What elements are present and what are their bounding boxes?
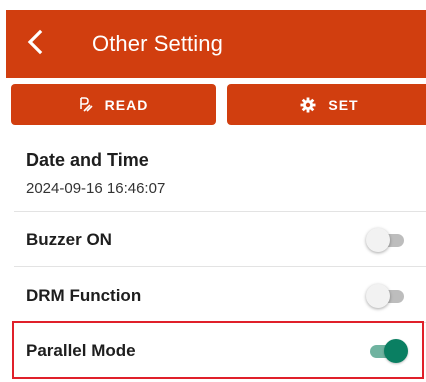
- app-bar: Other Setting: [6, 10, 426, 78]
- toggle-thumb: [384, 339, 408, 363]
- parallel-mode-toggle[interactable]: [366, 339, 408, 363]
- back-button[interactable]: [6, 10, 64, 78]
- set-button[interactable]: SET: [227, 84, 426, 125]
- date-time-value: 2024-09-16 16:46:07: [26, 180, 166, 197]
- read-icon: [79, 96, 93, 113]
- chevron-left-icon: [26, 29, 44, 60]
- read-button-label: READ: [104, 96, 149, 113]
- setting-row-buzzer: Buzzer ON: [14, 212, 426, 267]
- parallel-mode-label: Parallel Mode: [26, 341, 136, 360]
- set-button-label: SET: [328, 96, 359, 113]
- buzzer-toggle[interactable]: [366, 228, 406, 252]
- setting-row-drm: DRM Function: [14, 268, 426, 323]
- date-time-row[interactable]: Date and Time 2024-09-16 16:46:07: [14, 132, 426, 212]
- read-button[interactable]: READ: [11, 84, 216, 125]
- buzzer-label: Buzzer ON: [26, 230, 112, 249]
- toggle-thumb: [366, 284, 390, 308]
- drm-function-label: DRM Function: [26, 286, 142, 305]
- toggle-thumb: [366, 228, 390, 252]
- gear-icon: [300, 97, 316, 113]
- setting-row-parallel-mode: Parallel Mode: [14, 323, 426, 378]
- date-time-title: Date and Time: [26, 150, 149, 170]
- drm-function-toggle[interactable]: [366, 284, 406, 308]
- page-title: Other Setting: [92, 31, 223, 56]
